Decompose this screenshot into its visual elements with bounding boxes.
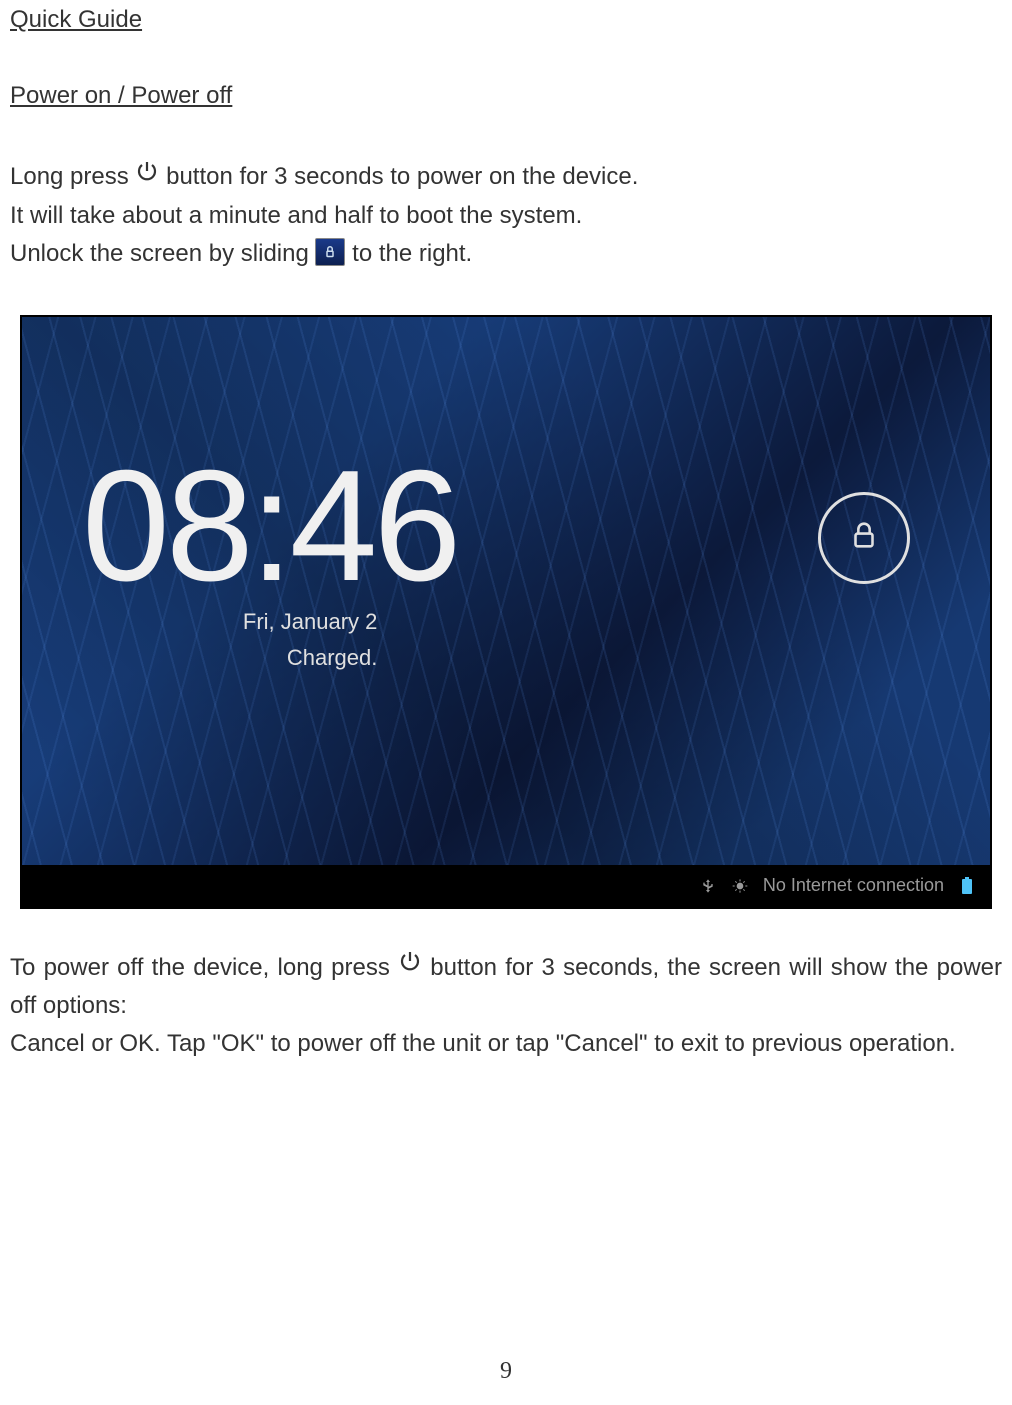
battery-icon [958, 877, 976, 895]
paragraph-power-off: To power off the device, long press butt… [10, 949, 1002, 1026]
text-fragment: Long press [10, 163, 135, 190]
paragraph-options: Cancel or OK. Tap "OK" to power off the … [10, 1025, 1002, 1063]
lockscreen-screenshot: 08:46 Fri, January 2 Charged. No Interne… [20, 315, 992, 909]
lock-icon [847, 518, 881, 557]
doc-title: Quick Guide [10, 6, 1002, 34]
text-fragment: button for 3 seconds to power on the dev… [166, 163, 638, 190]
paragraph-boot-time: It will take about a minute and half to … [10, 197, 1002, 235]
text-fragment: Unlock the screen by sliding [10, 240, 315, 267]
section-heading: Power on / Power off [10, 82, 1002, 110]
debug-icon [731, 877, 749, 895]
paragraph-unlock: Unlock the screen by sliding to the righ… [10, 235, 1002, 273]
text-fragment: To power off the device, long press [10, 954, 398, 981]
unlock-slider-icon [315, 238, 345, 266]
usb-icon [699, 877, 717, 895]
status-bar: No Internet connection [22, 865, 990, 907]
network-status-text: No Internet connection [763, 875, 944, 896]
clock-time: 08:46 [82, 447, 457, 605]
page-number: 9 [0, 1358, 1012, 1385]
clock-widget: 08:46 Fri, January 2 Charged. [82, 447, 457, 671]
paragraph-power-on: Long press button for 3 seconds to power… [10, 158, 1002, 197]
power-icon [398, 947, 422, 985]
charge-status: Charged. [82, 645, 457, 671]
power-icon [135, 157, 159, 195]
lock-ring[interactable] [818, 492, 910, 584]
text-fragment: to the right. [352, 240, 472, 267]
